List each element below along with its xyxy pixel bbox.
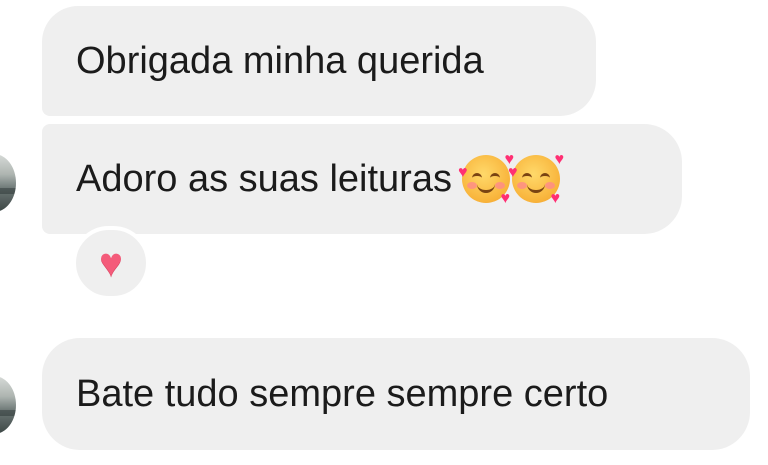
sender-avatar[interactable] — [0, 376, 16, 434]
smiling-face-with-hearts-icon: ♥ ♥ ♥ — [457, 151, 514, 207]
message-bubble[interactable]: Bate tudo sempre sempre certo — [42, 338, 750, 450]
chat-thread: Obrigada minha querida Adoro as suas lei… — [0, 0, 768, 465]
message-bubble[interactable]: Obrigada minha querida — [42, 6, 596, 116]
message-bubble[interactable]: Adoro as suas leituras ♥ ♥ ♥ ♥ ♥ ♥ — [42, 124, 682, 234]
smiling-face-with-hearts-icon: ♥ ♥ ♥ — [507, 151, 564, 207]
message-text: Bate tudo sempre sempre certo — [76, 373, 609, 415]
heart-icon: ♥ — [99, 241, 123, 285]
message-text: Obrigada minha querida — [76, 40, 484, 82]
sender-avatar[interactable] — [0, 154, 16, 212]
emoji-group: ♥ ♥ ♥ ♥ ♥ ♥ — [457, 151, 564, 207]
reaction-badge[interactable]: ♥ — [72, 226, 150, 300]
message-text: Adoro as suas leituras — [76, 158, 452, 200]
